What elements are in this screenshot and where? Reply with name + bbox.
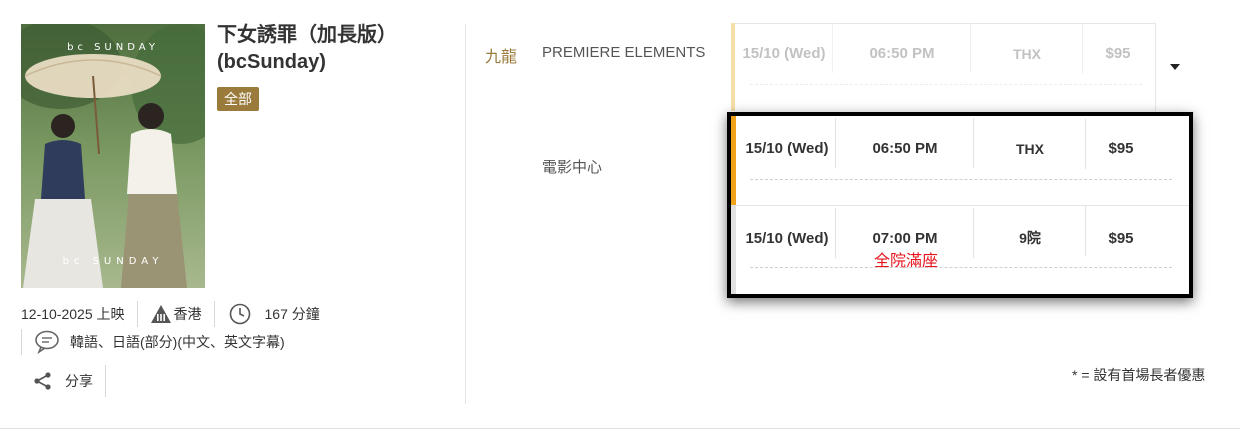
poster-title-bottom: bc SUNDAY: [63, 256, 164, 267]
expand-dropdown-button[interactable]: [1155, 23, 1194, 111]
session-dash-line: [750, 179, 1172, 180]
session-time: 07:00 PM: [836, 207, 974, 258]
poster-illustration: bc SUNDAY bc SUNDAY: [21, 24, 205, 288]
movie-title-main: 下女誘罪（加長版）: [217, 24, 397, 46]
language-subtitles: 韓語、日語(部分)(中文、英文字幕): [70, 334, 285, 350]
session-row[interactable]: 15/10 (Wed) 07:00 PM 9院 $95: [738, 206, 1158, 258]
movie-info-row: 12-10-2025 上映 香港 167 分鐘: [21, 300, 320, 328]
cinema-name[interactable]: PREMIERE ELEMENTS: [542, 44, 705, 61]
info-divider: [136, 301, 138, 327]
session-hall: 9院: [974, 206, 1086, 256]
cinema-name[interactable]: 電影中心: [542, 156, 602, 177]
speech-bubble-icon: [34, 330, 60, 354]
session-row[interactable]: 15/10 (Wed) 06:50 PM THX $95: [735, 23, 1155, 74]
session-price: $95: [1108, 140, 1134, 157]
category-tag[interactable]: 全部: [217, 87, 259, 111]
session-dash-line: [750, 267, 1172, 268]
language-row: 韓語、日語(部分)(中文、英文字幕): [21, 328, 285, 356]
share-icon[interactable]: [33, 371, 53, 391]
senior-discount-note: * = 設有首場長者優惠: [1072, 367, 1206, 383]
release-date: 12-10-2025 上映: [21, 306, 125, 322]
session-dash-line: [750, 84, 1142, 85]
session-accent-bar: [731, 23, 735, 111]
section-divider: [465, 24, 466, 404]
session-divider: [736, 205, 1189, 206]
session-price: $95: [1108, 229, 1134, 247]
session-date: 15/10 (Wed): [738, 207, 836, 258]
caret-down-icon: [1170, 64, 1180, 70]
movie-title: 下女誘罪（加長版） (bcSunday): [217, 22, 397, 76]
session-price: $95: [1105, 45, 1131, 62]
session-date: 15/10 (Wed): [735, 23, 833, 73]
session-accent-bar-active: [731, 116, 736, 205]
session-accent-bar: [731, 205, 736, 294]
share-row[interactable]: 分享: [21, 365, 106, 397]
session-hall: THX: [974, 118, 1086, 169]
session-date: 15/10 (Wed): [738, 118, 836, 168]
rating-label: 香港: [173, 306, 202, 322]
session-row[interactable]: 15/10 (Wed) 06:50 PM THX $95: [738, 118, 1158, 169]
region-label: 九龍: [485, 49, 518, 66]
movie-poster[interactable]: bc SUNDAY bc SUNDAY: [21, 24, 205, 288]
bottom-divider: [0, 428, 1240, 429]
movie-title-sub: (bcSunday): [217, 51, 326, 73]
info-divider: [21, 329, 22, 355]
session-time: 06:50 PM: [836, 118, 974, 168]
session-time: 06:50 PM: [833, 23, 971, 73]
info-divider: [105, 365, 106, 397]
info-divider: [213, 301, 215, 327]
rating-triangle-icon: [150, 304, 172, 324]
duration: 167 分鐘: [264, 306, 320, 322]
poster-title-top: bc SUNDAY: [67, 42, 159, 53]
session-hall: THX: [971, 23, 1083, 74]
cinema-session-panel: [731, 23, 1194, 113]
share-label[interactable]: 分享: [65, 371, 93, 391]
clock-icon: [229, 303, 251, 325]
